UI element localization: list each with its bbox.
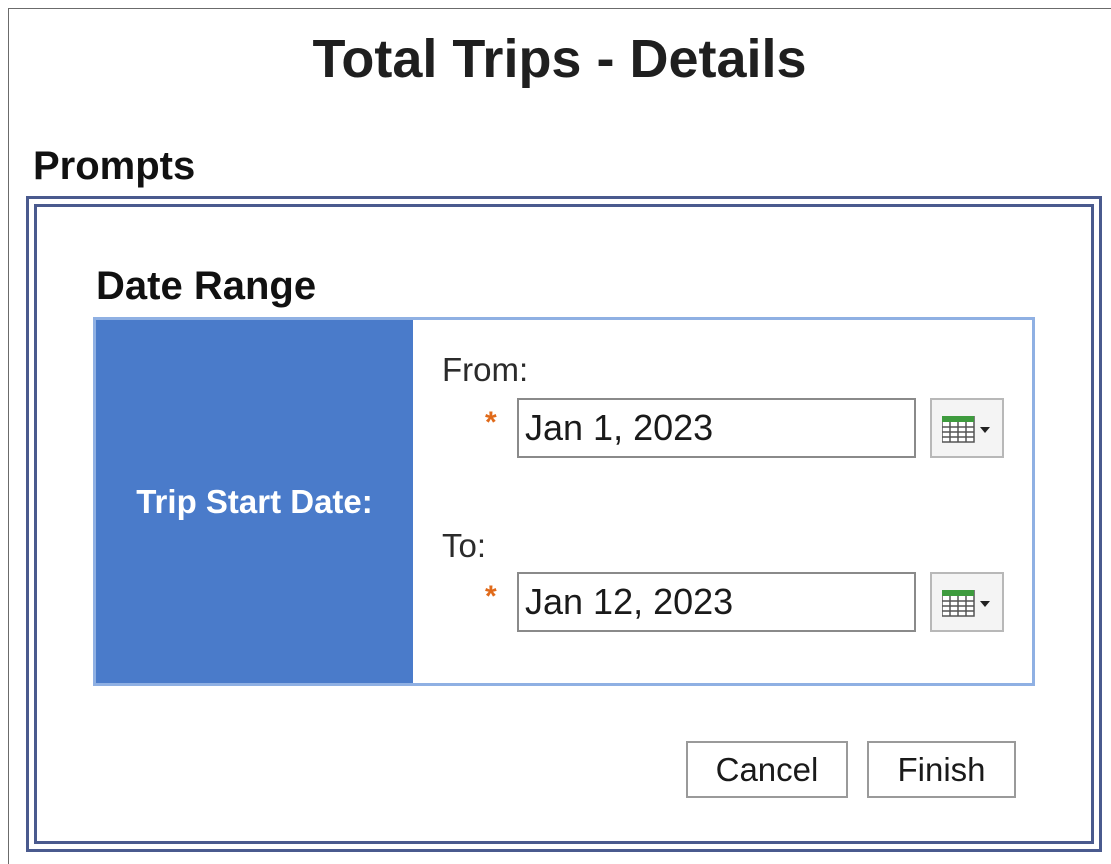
page-title: Total Trips - Details xyxy=(312,29,807,89)
from-date-input[interactable] xyxy=(517,398,916,458)
trip-start-date-label: Trip Start Date: xyxy=(136,482,373,520)
to-date-input[interactable] xyxy=(517,572,916,632)
cancel-button[interactable]: Cancel xyxy=(686,741,848,798)
to-calendar-button[interactable] xyxy=(930,572,1004,632)
finish-button[interactable]: Finish xyxy=(867,741,1016,798)
date-range-title: Date Range xyxy=(96,264,317,308)
trip-start-date-label-cell: Trip Start Date: xyxy=(96,320,413,683)
to-required-mark: * xyxy=(485,580,497,613)
prompts-section-title: Prompts xyxy=(33,144,196,188)
from-required-mark: * xyxy=(485,406,497,439)
from-calendar-button[interactable] xyxy=(930,398,1004,458)
calendar-dropdown-icon xyxy=(942,416,990,443)
calendar-dropdown-icon xyxy=(942,590,990,617)
from-label: From: xyxy=(442,351,529,388)
to-label: To: xyxy=(442,527,487,564)
